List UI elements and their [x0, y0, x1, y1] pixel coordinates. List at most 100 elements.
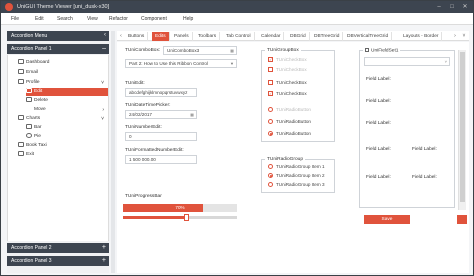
close-icon[interactable]: ✕: [459, 3, 471, 11]
accordion-panel-1-header[interactable]: Accordion Panel 1 –: [7, 44, 109, 54]
radio-button-1[interactable]: TUniRadioButton: [268, 107, 311, 113]
calendar-icon[interactable]: ▦: [230, 48, 234, 54]
edit-field-value: abcdefghijklmnopqrstuvwxyz: [129, 90, 188, 95]
chevron-right-icon[interactable]: ›: [102, 106, 104, 114]
tab-menu-icon[interactable]: ˅: [460, 32, 468, 40]
tab-dbgrid[interactable]: DBGrid: [287, 32, 310, 41]
field-label-1: Field Label:: [366, 77, 391, 82]
chevron-left-icon[interactable]: ‹: [117, 32, 125, 40]
menu-view[interactable]: View: [87, 16, 98, 22]
title-bar: UniGUI Theme Viewer [uni_dusk-x30] – □ ✕: [1, 1, 473, 13]
tree-item-label: Book Taxi: [26, 143, 47, 148]
edit-field[interactable]: abcdefghijklmnopqrstuvwxyz: [125, 88, 197, 97]
tree-item-charts[interactable]: Charts ˅: [18, 115, 108, 123]
radio-button-3[interactable]: TUniRadioButton: [268, 131, 311, 137]
edit-label: TUniEdit:: [125, 81, 145, 86]
accordion-panel-3-header[interactable]: Accordion Panel 3 +: [7, 256, 109, 266]
minimize-icon[interactable]: –: [433, 3, 445, 11]
radio-label: TUniRadioGroup Item 2: [276, 173, 325, 178]
tree-item-label: Pie: [34, 134, 41, 139]
collapse-left-icon[interactable]: ‹: [104, 32, 106, 39]
menu-edit[interactable]: Edit: [35, 16, 44, 22]
chevron-right-icon[interactable]: ›: [451, 32, 459, 40]
checkbox-1[interactable]: ✓ TUniCheckBox: [268, 57, 307, 63]
tab-dbverticaltreegrid[interactable]: DBVerticalTreeGrid: [344, 32, 393, 41]
tree-item-pie[interactable]: Pie: [26, 133, 108, 141]
accordion-panel-1-title: Accordion Panel 1: [11, 46, 52, 52]
radio-group-item-1[interactable]: TUniRadioGroup Item 1: [268, 164, 325, 170]
field-label-7: Field Label:: [412, 175, 437, 180]
app-logo-icon: [5, 3, 13, 11]
chevron-down-icon[interactable]: ▼: [230, 61, 234, 67]
menu-component[interactable]: Component: [141, 16, 167, 22]
tab-calendar[interactable]: Calendar: [258, 32, 285, 41]
radio-group: TUniRadioGroup TUniRadioGroup Item 1 TUn…: [261, 157, 335, 193]
formatted-label: TUniFormattedNumberEdit:: [125, 148, 184, 153]
tab-panels[interactable]: Panels: [171, 32, 193, 41]
accordion-panel-2-header[interactable]: Accordion Panel 2 +: [7, 243, 109, 253]
app-window: UniGUI Theme Viewer [uni_dusk-x30] – □ ✕…: [0, 0, 474, 276]
number-edit[interactable]: 0: [125, 132, 197, 141]
edits-tab-content: TUniComboBox: UniComboBox3 ▦ Part 2: How …: [117, 42, 469, 273]
chevron-down-icon[interactable]: ˅: [101, 79, 104, 87]
menu-file[interactable]: File: [11, 16, 19, 22]
minus-icon[interactable]: –: [102, 45, 106, 52]
maximize-icon[interactable]: □: [446, 3, 458, 11]
tree-item-book-taxi[interactable]: Book Taxi: [18, 142, 108, 150]
checkbox-3[interactable]: TUniCheckBox: [268, 80, 307, 86]
tab-dbtreegrid[interactable]: DBTreeGrid: [311, 32, 344, 41]
menu-help[interactable]: Help: [183, 16, 193, 22]
tree-item-dashboard[interactable]: Dashboard: [18, 59, 108, 67]
tree-item-exit[interactable]: Exit: [18, 151, 108, 159]
field-set-select[interactable]: ˅: [364, 57, 450, 66]
group-box: TUniGroupBox ✓ TUniCheckBox TUniCheckBox …: [261, 48, 335, 142]
tree-item-email[interactable]: Email: [18, 69, 108, 77]
combobox-value: UniComboBox3: [167, 48, 200, 53]
tree-item-profile[interactable]: Profile ˅: [18, 79, 108, 87]
menu-refactor[interactable]: Refactor: [109, 16, 128, 22]
date-picker-value: 24/02/2017: [129, 112, 152, 117]
checkbox-2[interactable]: TUniCheckBox: [268, 67, 307, 73]
combobox[interactable]: UniComboBox3 ▦: [163, 46, 237, 55]
tree-item-bar[interactable]: Bar: [26, 124, 108, 132]
radio-label: TUniRadioGroup Item 3: [276, 182, 325, 187]
vertical-scrollbar[interactable]: [458, 50, 466, 210]
tree-item-label: Delete: [34, 98, 48, 103]
slider[interactable]: [123, 214, 237, 221]
combobox-2[interactable]: Part 2: How to Use this Ribbon Control ▼: [125, 59, 237, 68]
radio-group-item-3[interactable]: TUniRadioGroup Item 3: [268, 182, 325, 188]
collapse-icon[interactable]: [365, 48, 369, 52]
tree-item-delete[interactable]: Delete: [26, 97, 108, 105]
tab-toolbars[interactable]: Toolbars: [195, 32, 221, 41]
accordion-menu-header[interactable]: Accordion Menu ‹: [7, 31, 109, 41]
slider-thumb[interactable]: [183, 214, 189, 221]
accordion-menu: Accordion Menu ‹ Accordion Panel 1 – Das…: [7, 31, 109, 273]
checkbox-4[interactable]: ✓ TUniCheckBox: [268, 91, 307, 97]
scrollbar-thumb[interactable]: [460, 52, 465, 202]
group-box-title: TUniGroupBox: [265, 48, 301, 53]
plus-icon[interactable]: +: [102, 257, 106, 264]
calendar-icon[interactable]: ▦: [190, 112, 194, 118]
tree-item-move[interactable]: Move ›: [26, 106, 108, 114]
plus-icon[interactable]: +: [102, 244, 106, 251]
tab-edits[interactable]: Edits: [152, 32, 170, 41]
panel-splitter[interactable]: [111, 31, 115, 273]
save-button[interactable]: Save: [364, 215, 410, 224]
tab-tab-control[interactable]: Tab Control: [223, 32, 255, 41]
tab-buttons[interactable]: Buttons: [125, 32, 149, 41]
chevron-down-icon[interactable]: ˅: [101, 115, 104, 123]
radio-group-item-2[interactable]: TUniRadioGroup Item 2: [268, 173, 325, 179]
tab-layouts-border[interactable]: Layouts - Border: [400, 32, 443, 41]
tree-item-label: Charts: [26, 116, 41, 121]
radio-button-2[interactable]: TUniRadioButton: [268, 119, 311, 125]
close-button[interactable]: [457, 215, 467, 224]
tree-item-label: Move: [34, 107, 46, 112]
tree-item-edit[interactable]: Edit: [26, 88, 108, 96]
chevron-down-icon[interactable]: ˅: [445, 59, 447, 65]
menu-search[interactable]: Search: [57, 16, 73, 22]
accordion-menu-title: Accordion Menu: [11, 33, 48, 39]
date-picker[interactable]: 24/02/2017 ▦: [125, 110, 197, 119]
radio-dot: [268, 131, 273, 137]
formatted-number-edit[interactable]: 1 500 000.00: [125, 155, 197, 164]
checkbox-box: [268, 80, 273, 86]
